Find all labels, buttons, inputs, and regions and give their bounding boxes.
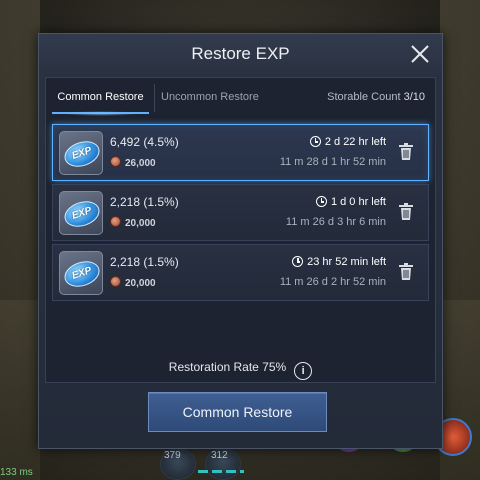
- exp-restore-item[interactable]: EXP 2,218 (1.5%) 20,000 23 hr 52 min lef…: [52, 244, 429, 301]
- exp-amount: 2,218 (1.5%): [110, 255, 179, 269]
- skill-slot-count: 312: [211, 450, 228, 461]
- coin-icon: [110, 156, 121, 167]
- exp-amount: 6,492 (4.5%): [110, 135, 179, 149]
- clock-icon: [309, 136, 321, 147]
- storable-count: Storable Count 3/10: [327, 84, 425, 110]
- restore-cost-value: 26,000: [125, 158, 156, 169]
- skill-slot-count: 379: [164, 450, 181, 461]
- info-icon[interactable]: i: [294, 362, 313, 380]
- exp-amount: 2,218 (1.5%): [110, 195, 179, 209]
- dialog-title: Restore EXP: [39, 34, 442, 74]
- time-left: 2 d 22 hr left: [309, 136, 386, 148]
- lost-date: 11 m 28 d 1 hr 52 min: [279, 156, 386, 168]
- exp-icon-label: EXP: [61, 257, 103, 291]
- tab-bar: Common Restore Uncommon Restore Storable…: [52, 84, 429, 116]
- time-left: 1 d 0 hr left: [315, 196, 386, 208]
- time-left-value: 2 d 22 hr left: [324, 136, 386, 148]
- tab-common-restore[interactable]: Common Restore: [52, 84, 149, 116]
- restore-cost: 20,000: [110, 276, 156, 289]
- coin-icon: [110, 276, 121, 287]
- restoration-rate: Restoration Rate 75% i: [39, 360, 442, 380]
- lost-date: 11 m 26 d 3 hr 6 min: [285, 216, 386, 228]
- restore-cost: 20,000: [110, 216, 156, 229]
- exp-icon: EXP: [59, 191, 103, 235]
- restore-exp-dialog: Restore EXP Common Restore Uncommon Rest…: [38, 33, 443, 449]
- common-restore-button[interactable]: Common Restore: [148, 392, 327, 432]
- time-left-value: 1 d 0 hr left: [330, 196, 386, 208]
- trash-icon[interactable]: [398, 143, 414, 161]
- time-left-value: 23 hr 52 min left: [307, 256, 386, 268]
- skill-hotbar: 379 312: [0, 448, 480, 480]
- clock-icon: [292, 256, 304, 267]
- exp-icon: EXP: [59, 131, 103, 175]
- cooldown-indicator: [198, 470, 244, 473]
- close-icon[interactable]: [406, 40, 434, 68]
- restoration-rate-text: Restoration Rate 75%: [168, 360, 287, 374]
- storable-count-value: 3/10: [403, 91, 425, 103]
- exp-icon: EXP: [59, 251, 103, 295]
- trash-icon[interactable]: [398, 263, 414, 281]
- time-left: 23 hr 52 min left: [292, 256, 386, 268]
- clock-icon: [315, 196, 327, 207]
- exp-icon-label: EXP: [61, 137, 103, 171]
- restore-cost-value: 20,000: [125, 218, 156, 229]
- coin-icon: [110, 216, 121, 227]
- restore-cost-value: 20,000: [125, 278, 156, 289]
- trash-icon[interactable]: [398, 203, 414, 221]
- exp-icon-label: EXP: [61, 197, 103, 231]
- exp-restore-item[interactable]: EXP 2,218 (1.5%) 20,000 1 d 0 hr left 11…: [52, 184, 429, 241]
- lost-date: 11 m 26 d 2 hr 52 min: [279, 276, 386, 288]
- tab-uncommon-restore[interactable]: Uncommon Restore: [154, 84, 259, 112]
- storable-count-label: Storable Count: [327, 91, 401, 103]
- restore-cost: 26,000: [110, 156, 156, 169]
- restore-list-panel: Common Restore Uncommon Restore Storable…: [45, 77, 436, 383]
- exp-restore-item[interactable]: EXP 6,492 (4.5%) 26,000 2 d 22 hr left 1…: [52, 124, 429, 181]
